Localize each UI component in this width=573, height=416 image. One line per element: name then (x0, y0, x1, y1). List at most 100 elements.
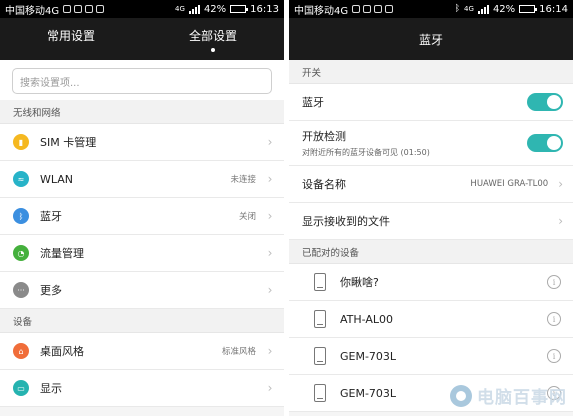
carrier-label: 中国移动4G (5, 5, 60, 17)
row-value: 标准风格 (221, 347, 256, 357)
device-name-value: HUAWEI GRA-TL00 (470, 179, 549, 189)
toggle-knob (547, 136, 561, 150)
toggle-knob (547, 95, 561, 109)
info-icon[interactable]: i (547, 349, 561, 363)
notification-icons (63, 5, 105, 13)
bluetooth-icon: ᛒ (13, 208, 29, 224)
watermark: 电脑百事网 (450, 383, 567, 408)
network-type: 4G (464, 5, 474, 13)
settings-row[interactable]: ᛒ 蓝牙 关闭 › (0, 198, 284, 235)
device-name: ATH-AL00 (340, 312, 394, 326)
chevron-right-icon: › (558, 214, 563, 228)
signal-icon (477, 4, 489, 14)
clock: 16:14 (539, 3, 568, 15)
bluetooth-screen: 中国移动4G ᛒ 4G 42% 16:14 蓝牙 开关 蓝牙 开放检测 对附近所… (289, 0, 573, 416)
paired-device-row[interactable]: 你瞅啥? i (289, 264, 573, 301)
settings-row[interactable]: ▮ SIM 卡管理 › (0, 124, 284, 161)
phone-icon (314, 273, 326, 291)
settings-list: 无线和网络 ▮ SIM 卡管理 › ≈ WLAN 未连接 › ᛒ 蓝牙 关闭 › ◔ 流量管理 › ··· 更多… (0, 100, 284, 407)
search-area: 搜索设置项... (0, 60, 284, 100)
chevron-right-icon: › (267, 209, 273, 223)
row-label: 设备名称 (302, 178, 346, 191)
network-type: 4G (175, 5, 185, 13)
status-bar: 中国移动4G 4G 42% 16:13 (0, 0, 284, 18)
section-header-paired: 已配对的设备 (289, 240, 573, 264)
section-header: 设备 (0, 309, 284, 333)
chevron-right-icon: › (558, 177, 563, 191)
tab-all-settings[interactable]: 全部设置 (142, 18, 284, 60)
bluetooth-status-icon: ᛒ (454, 4, 461, 14)
tab-label: 全部设置 (188, 28, 237, 43)
paired-device-row[interactable]: GEM-703L i (289, 338, 573, 375)
chevron-right-icon: › (267, 381, 273, 395)
battery-icon (519, 5, 538, 13)
watermark-text: 电脑百事网 (477, 388, 567, 408)
chevron-right-icon: › (267, 172, 273, 186)
tab-label: 常用设置 (46, 28, 95, 43)
settings-row[interactable]: ◔ 流量管理 › (0, 235, 284, 272)
battery-icon (230, 5, 249, 13)
row-label: 流量管理 (40, 247, 84, 260)
chevron-right-icon: › (267, 283, 273, 297)
bluetooth-toggle[interactable] (527, 93, 563, 111)
search-input[interactable]: 搜索设置项... (12, 68, 272, 94)
signal-icon (188, 4, 200, 14)
data-usage-icon: ◔ (13, 245, 29, 261)
tab-indicator (211, 47, 215, 52)
row-value: 关闭 (238, 212, 256, 222)
chevron-right-icon: › (267, 246, 273, 260)
settings-screen: 中国移动4G 4G 42% 16:13 常用设置 全部设置 搜索设置项... 无… (0, 0, 284, 416)
clock: 16:13 (250, 3, 279, 15)
page-title: 蓝牙 (418, 32, 443, 47)
title-bar: 常用设置 全部设置 (0, 18, 284, 60)
row-subtitle: 对附近所有的蓝牙设备可见 (01:50) (302, 148, 430, 157)
notification-icons (352, 5, 394, 13)
section-title: 无线和网络 (13, 107, 61, 119)
status-bar: 中国移动4G ᛒ 4G 42% 16:14 (289, 0, 573, 18)
phone-icon (314, 310, 326, 328)
visibility-toggle[interactable] (527, 134, 563, 152)
display-icon: ▭ (13, 380, 29, 396)
device-name: GEM-703L (340, 349, 397, 363)
row-label: 更多 (40, 284, 62, 297)
search-placeholder: 搜索设置项... (20, 77, 80, 89)
phone-icon (314, 384, 326, 402)
wifi-icon: ≈ (13, 171, 29, 187)
row-label: 显示接收到的文件 (302, 215, 390, 228)
settings-row[interactable]: ≈ WLAN 未连接 › (0, 161, 284, 198)
row-label: 蓝牙 (302, 96, 324, 109)
row-value: 未连接 (230, 175, 256, 185)
visibility-toggle-row[interactable]: 开放检测 对附近所有的蓝牙设备可见 (01:50) (289, 121, 573, 166)
section-title: 已配对的设备 (302, 247, 360, 259)
section-title: 开关 (302, 67, 322, 79)
carrier-label: 中国移动4G (294, 5, 349, 17)
sim-icon: ▮ (13, 134, 29, 150)
received-files-row[interactable]: 显示接收到的文件 › (289, 203, 573, 240)
section-header: 无线和网络 (0, 100, 284, 124)
paired-device-row[interactable]: ATH-AL00 i (289, 301, 573, 338)
row-label: 显示 (40, 382, 62, 395)
phone-icon (314, 347, 326, 365)
info-icon[interactable]: i (547, 275, 561, 289)
battery-percent: 42% (203, 3, 227, 15)
chevron-right-icon: › (267, 344, 273, 358)
more-icon: ··· (13, 282, 29, 298)
settings-tabs: 常用设置 全部设置 (0, 18, 284, 60)
row-label: 蓝牙 (40, 210, 62, 223)
row-label: 开放检测 (302, 130, 346, 143)
battery-percent: 42% (492, 3, 516, 15)
section-title: 设备 (13, 316, 33, 328)
device-name-row[interactable]: 设备名称 HUAWEI GRA-TL00 › (289, 166, 573, 203)
tab-common-settings[interactable]: 常用设置 (0, 18, 142, 60)
settings-row[interactable]: ▭ 显示 › (0, 370, 284, 407)
settings-row[interactable]: ⌂ 桌面风格 标准风格 › (0, 333, 284, 370)
settings-row[interactable]: ··· 更多 › (0, 272, 284, 309)
device-name: 你瞅啥? (340, 276, 379, 289)
watermark-logo-icon (450, 384, 472, 407)
title-bar: 蓝牙 (289, 18, 573, 60)
bluetooth-toggle-row[interactable]: 蓝牙 (289, 84, 573, 121)
row-label: 桌面风格 (40, 345, 84, 358)
row-label: SIM 卡管理 (40, 136, 97, 149)
info-icon[interactable]: i (547, 312, 561, 326)
home-icon: ⌂ (13, 343, 29, 359)
